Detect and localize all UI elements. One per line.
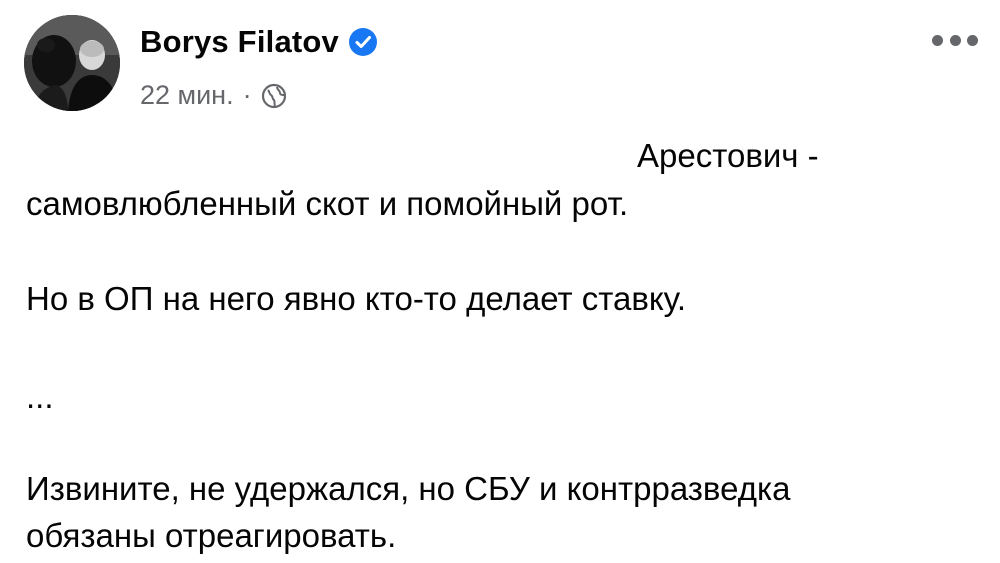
- post-text-line: обязаны отреагировать.: [26, 517, 397, 554]
- post-text-line: Извините, не удержался, но СБУ и контрра…: [26, 470, 791, 507]
- avatar-photo: [24, 15, 120, 111]
- post-text-line: Арестович -: [637, 137, 819, 174]
- more-dot: [932, 34, 943, 46]
- post-text-line: Но в ОП на него явно кто-то делает ставк…: [26, 280, 687, 317]
- more-dot: [967, 34, 978, 46]
- more-dot: [949, 34, 961, 46]
- more-options-icon[interactable]: [930, 22, 980, 58]
- globe-icon[interactable]: [261, 83, 287, 109]
- author-header: Borys Filatov: [140, 24, 378, 60]
- post-meta: 22 мин. ·: [140, 80, 287, 111]
- author-name[interactable]: Borys Filatov: [140, 24, 339, 60]
- verified-badge-icon: [348, 27, 378, 57]
- author-avatar[interactable]: [24, 15, 120, 111]
- facebook-post: Borys Filatov 22 мин. · Арестович - само…: [0, 0, 1000, 563]
- post-timestamp[interactable]: 22 мин.: [140, 80, 234, 111]
- post-text-line: ...: [26, 378, 54, 415]
- post-text-line: самовлюбленный скот и помойный рот.: [26, 185, 629, 222]
- meta-separator: ·: [242, 80, 252, 110]
